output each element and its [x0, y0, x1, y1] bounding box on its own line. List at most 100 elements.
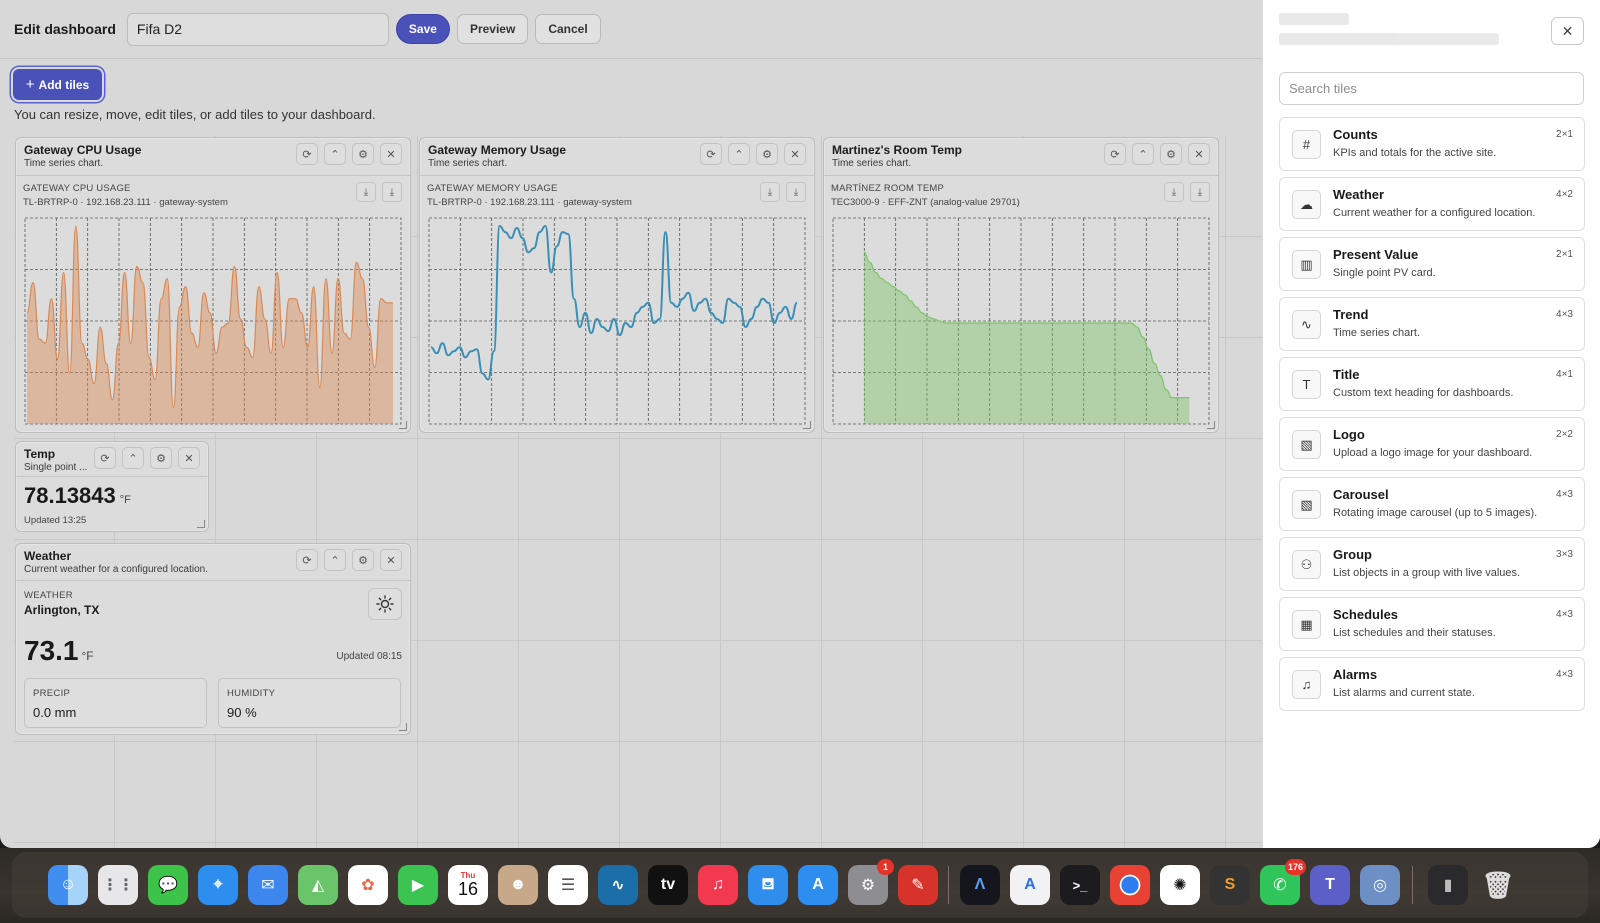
teams-icon[interactable]: T [1310, 865, 1350, 905]
room-temp-chart [832, 217, 1210, 425]
whatsapp-badge: 176 [1284, 859, 1306, 875]
facetime-icon[interactable]: ▶ [398, 865, 438, 905]
trash-icon[interactable]: 🗑 [1478, 865, 1518, 905]
tile-weather[interactable]: Weather Current weather for a configured… [15, 543, 411, 735]
gear-icon[interactable]: ⚙ [150, 447, 172, 469]
gear-icon[interactable]: ⚙ [1160, 143, 1182, 165]
download-icon[interactable]: ⤓ [1164, 182, 1184, 202]
safari-icon[interactable]: ⌖ [198, 865, 238, 905]
refresh-icon[interactable]: ⟳ [296, 549, 318, 571]
close-icon[interactable]: ✕ [784, 143, 806, 165]
finder-icon[interactable]: ☺ [48, 865, 88, 905]
close-icon[interactable]: ✕ [1551, 17, 1584, 45]
tile-option-logo[interactable]: ▧ Logo Upload a logo image for your dashbo… [1279, 417, 1585, 471]
resize-handle[interactable] [399, 723, 407, 731]
tile-option-name: Carousel [1333, 487, 1389, 502]
tile-option-description: List schedules and their statuses. [1333, 627, 1496, 639]
sublime-text-icon[interactable]: S [1210, 865, 1250, 905]
add-tiles-button[interactable]: + Add tiles [13, 69, 102, 100]
reminders-icon[interactable]: ☰ [548, 865, 588, 905]
refresh-icon[interactable]: ⟳ [700, 143, 722, 165]
cpu-usage-chart [24, 217, 402, 425]
cancel-button[interactable]: Cancel [535, 14, 601, 44]
tile-option-title[interactable]: T Title Custom text heading for dashboards… [1279, 357, 1585, 411]
chevron-up-icon[interactable]: ⌃ [1132, 143, 1154, 165]
tile-option-present-value[interactable]: ▥ Present Value Single point PV card. 2×1 [1279, 237, 1585, 291]
close-icon[interactable]: ✕ [380, 143, 402, 165]
tile-option-trend[interactable]: ∿ Trend Time series chart. 4×3 [1279, 297, 1585, 351]
gear-icon[interactable]: ⚙ [352, 549, 374, 571]
freeform-icon[interactable]: ∿ [598, 865, 638, 905]
tile-option-alarms[interactable]: ♫ Alarms List alarms and current state. 4×3 [1279, 657, 1585, 711]
mail-icon[interactable]: ✉ [248, 865, 288, 905]
system-settings-icon[interactable]: ⚙ 1 [848, 859, 894, 905]
resize-handle[interactable] [1207, 421, 1215, 429]
calendar-day: 16 [457, 879, 479, 899]
refresh-icon[interactable]: ⟳ [94, 447, 116, 469]
resize-handle[interactable] [803, 421, 811, 429]
chart-caption: GATEWAY CPU USAGE [23, 183, 131, 194]
pdf-reader-icon[interactable]: ✎ [898, 865, 938, 905]
tile-temp[interactable]: Temp Single point ... ⟳ ⌃ ⚙ ✕ 78.13843 °F… [15, 441, 209, 532]
tile-option-group[interactable]: ⚇ Group List objects in a group with live … [1279, 537, 1585, 591]
tile-option-counts[interactable]: # Counts KPIs and totals for the active si… [1279, 117, 1585, 171]
download-icon[interactable]: ⤓ [760, 182, 780, 202]
automator-icon[interactable]: ◎ [1360, 865, 1400, 905]
image-icon: ▧ [1292, 430, 1321, 459]
chevron-up-icon[interactable]: ⌃ [728, 143, 750, 165]
chevron-up-icon[interactable]: ⌃ [324, 143, 346, 165]
contacts-icon[interactable]: ☻ [498, 865, 538, 905]
resize-handle[interactable] [197, 520, 205, 528]
tile-option-description: Custom text heading for dashboards. [1333, 387, 1514, 399]
terminal-icon[interactable]: >_ [1060, 865, 1100, 905]
download-icon[interactable]: ⤓ [1190, 182, 1210, 202]
gear-icon[interactable]: ⚙ [756, 143, 778, 165]
close-icon[interactable]: ✕ [380, 549, 402, 571]
keynote-icon[interactable]: ⛾ [748, 865, 788, 905]
preview-button[interactable]: Preview [456, 14, 529, 44]
tile-option-name: Schedules [1333, 607, 1399, 622]
tile-option-carousel[interactable]: ▧ Carousel Rotating image carousel (up to … [1279, 477, 1585, 531]
ide-icon[interactable]: Λ [960, 865, 1000, 905]
music-icon[interactable]: ♫ [698, 865, 738, 905]
chevron-up-icon[interactable]: ⌃ [122, 447, 144, 469]
calendar-icon[interactable]: Thu 16 [448, 865, 488, 905]
resize-handle[interactable] [399, 421, 407, 429]
xcode-instruments-icon[interactable]: A [1010, 865, 1050, 905]
close-icon[interactable]: ✕ [178, 447, 200, 469]
chevron-up-icon[interactable]: ⌃ [324, 549, 346, 571]
users-icon: ⚇ [1292, 550, 1321, 579]
calendar-icon: ▦ [1292, 610, 1321, 639]
gear-icon[interactable]: ⚙ [352, 143, 374, 165]
tile-option-size: 4×3 [1556, 609, 1573, 620]
close-icon[interactable]: ✕ [1188, 143, 1210, 165]
panel-header-placeholder [1279, 13, 1509, 53]
save-button[interactable]: Save [395, 14, 450, 44]
dashboard-name-input[interactable] [126, 12, 389, 46]
tile-gateway-cpu-usage[interactable]: Gateway CPU Usage Time series chart. ⟳ ⌃… [15, 137, 411, 433]
photos-icon[interactable]: ✿ [348, 865, 388, 905]
maps-icon[interactable]: ◭ [298, 865, 338, 905]
tile-option-name: Counts [1333, 127, 1378, 142]
app-store-icon[interactable]: A [798, 865, 838, 905]
series-area [864, 252, 1190, 424]
tile-gateway-memory-usage[interactable]: Gateway Memory Usage Time series chart. … [419, 137, 815, 433]
download-icon[interactable]: ⤓ [786, 182, 806, 202]
whatsapp-icon[interactable]: ✆ 176 [1260, 859, 1306, 905]
tile-martinez-room-temp[interactable]: Martinez's Room Temp Time series chart. … [823, 137, 1219, 433]
launchpad-icon[interactable]: ⋮⋮ [98, 865, 138, 905]
messages-icon[interactable]: 💬 [148, 865, 188, 905]
tile-option-weather[interactable]: ☁ Weather Current weather for a configured… [1279, 177, 1585, 231]
apple-tv-icon[interactable]: tv [648, 865, 688, 905]
tile-option-name: Title [1333, 367, 1360, 382]
chrome-icon[interactable] [1110, 865, 1150, 905]
chart-source: TEC3000-9 · EFF-ZNT (analog-value 29701) [831, 197, 1020, 208]
downloads-stack-icon[interactable]: ▮ [1428, 865, 1468, 905]
refresh-icon[interactable]: ⟳ [296, 143, 318, 165]
tile-option-schedules[interactable]: ▦ Schedules List schedules and their statu… [1279, 597, 1585, 651]
refresh-icon[interactable]: ⟳ [1104, 143, 1126, 165]
download-icon[interactable]: ⤓ [356, 182, 376, 202]
chatgpt-icon[interactable]: ✺ [1160, 865, 1200, 905]
search-tiles-input[interactable] [1279, 72, 1584, 105]
download-icon[interactable]: ⤓ [382, 182, 402, 202]
